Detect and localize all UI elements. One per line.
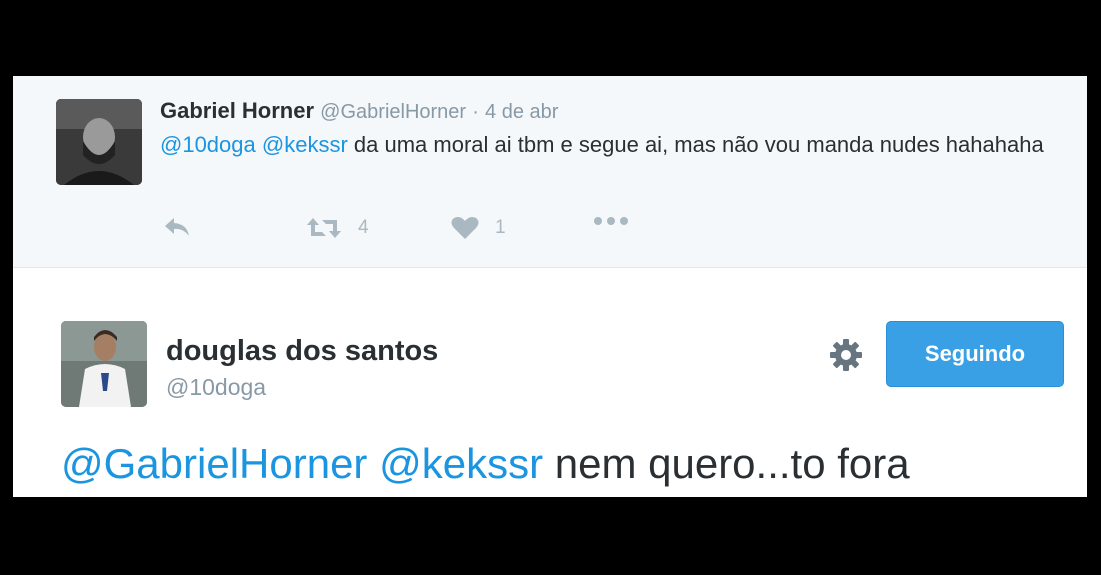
like-count: 1	[495, 217, 506, 238]
retweet-button[interactable]: 4	[306, 216, 369, 240]
avatar-photo-icon	[56, 99, 142, 185]
following-button[interactable]: Seguindo	[886, 321, 1064, 387]
retweet-count: 4	[358, 217, 369, 238]
tweet-body: nem quero...to fora	[554, 440, 910, 487]
tweet-body: da uma moral ai tbm e segue ai, mas não …	[353, 132, 1044, 157]
author-name[interactable]: douglas dos santos	[166, 335, 438, 368]
avatar[interactable]	[61, 321, 147, 407]
tweet-header: Gabriel Horner @GabrielHorner · 4 de abr	[160, 98, 558, 124]
tweet-text: @10doga @kekssr da uma moral ai tbm e se…	[160, 128, 1070, 161]
more-icon	[594, 217, 628, 225]
author-handle[interactable]: @GabrielHorner	[320, 101, 466, 123]
reply-button[interactable]	[163, 216, 191, 238]
mention-link[interactable]: @kekssr	[262, 132, 348, 157]
gear-icon	[830, 339, 862, 371]
mention-link[interactable]: @10doga	[160, 132, 256, 157]
author-name[interactable]: Gabriel Horner	[160, 98, 314, 123]
settings-button[interactable]	[829, 338, 863, 372]
retweet-icon	[307, 218, 341, 238]
author-handle[interactable]: @10doga	[166, 374, 266, 401]
meta-separator: ·	[472, 101, 479, 123]
avatar-photo-icon	[61, 321, 147, 407]
mention-link[interactable]: @kekssr	[379, 440, 543, 487]
tweet-date[interactable]: 4 de abr	[485, 101, 558, 123]
tweet-text: @GabrielHorner @kekssr nem quero...to fo…	[61, 440, 910, 488]
heart-icon	[451, 217, 479, 239]
reply-tweet[interactable]: Gabriel Horner @GabrielHorner · 4 de abr…	[13, 76, 1087, 268]
reply-icon	[165, 218, 189, 236]
screenshot-frame: Gabriel Horner @GabrielHorner · 4 de abr…	[13, 76, 1087, 497]
mention-link[interactable]: @GabrielHorner	[61, 440, 367, 487]
avatar[interactable]	[56, 99, 142, 185]
like-button[interactable]: 1	[451, 216, 506, 240]
more-button[interactable]	[593, 216, 629, 226]
